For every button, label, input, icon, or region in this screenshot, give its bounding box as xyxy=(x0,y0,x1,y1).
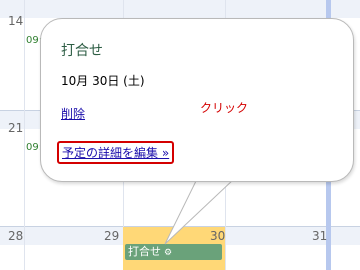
click-annotation: クリック xyxy=(200,101,249,115)
popup-title: 打合せ xyxy=(61,43,103,59)
event-popup: 打合せ 10月 30日 (土) 削除 予定の詳細を編集 » xyxy=(40,18,354,182)
edit-details-link[interactable]: 予定の詳細を編集 » xyxy=(57,141,175,164)
delete-link[interactable]: 削除 xyxy=(61,105,85,122)
popup-date: 10月 30日 (土) xyxy=(61,74,145,88)
